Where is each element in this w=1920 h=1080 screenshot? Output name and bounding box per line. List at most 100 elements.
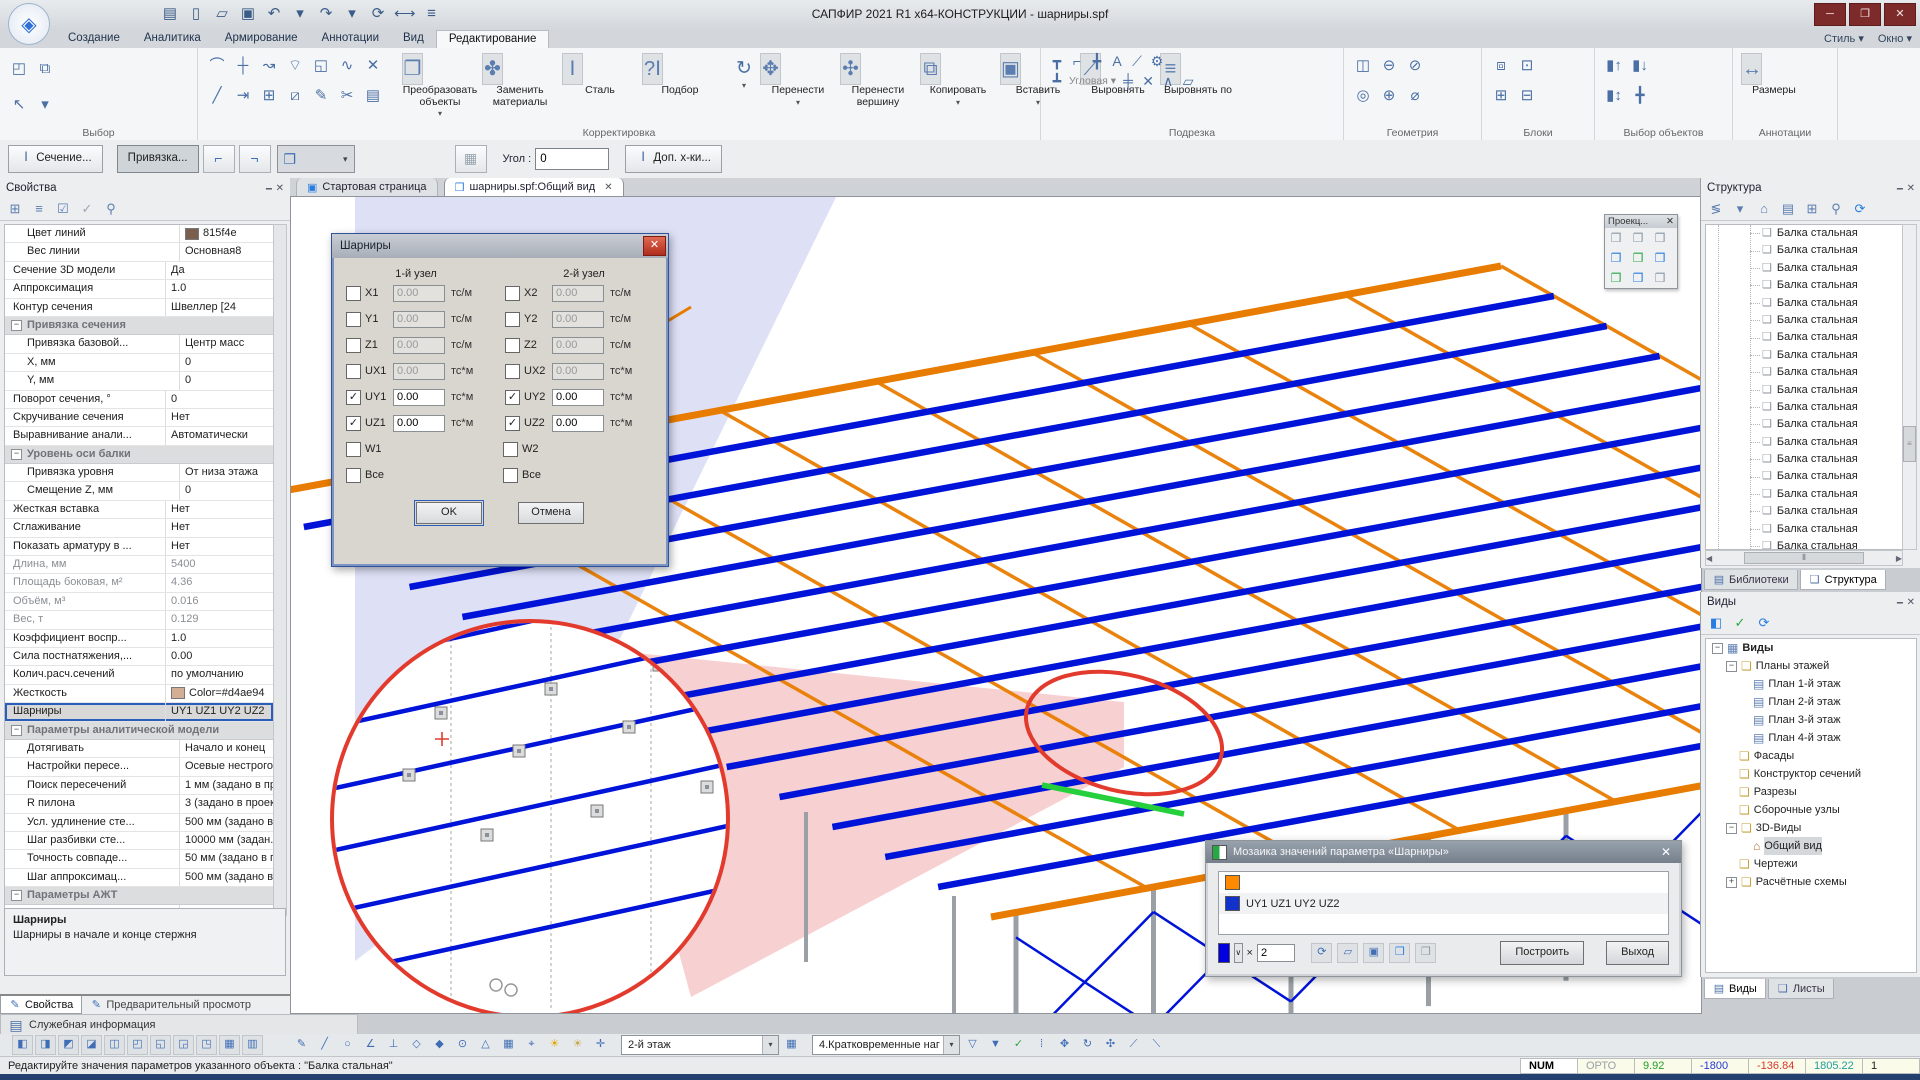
- target-icon[interactable]: ✛: [590, 1035, 611, 1055]
- checkbox-x2[interactable]: [505, 286, 520, 301]
- property-row[interactable]: Скручивание сеченияНет: [5, 409, 273, 427]
- property-row[interactable]: Поиск пересечений1 мм (задано в пр...: [5, 777, 273, 795]
- apply-house-icon[interactable]: ✓: [1008, 1035, 1029, 1055]
- collapse-icon[interactable]: −: [11, 725, 22, 736]
- mosaic-dialog-titlebar[interactable]: Мозаика значений параметра «Шарниры» ✕: [1206, 841, 1681, 863]
- tab-preview[interactable]: ✎Предварительный просмотр: [82, 996, 259, 1014]
- create-block-icon[interactable]: ⧈: [1488, 53, 1514, 79]
- checkbox-uz2[interactable]: ✓: [505, 416, 520, 431]
- steel-button[interactable]: ⅠСталь: [560, 51, 640, 97]
- mirror-icon[interactable]: ⧄: [282, 83, 308, 109]
- tab-редактирование[interactable]: Редактирование: [436, 30, 550, 48]
- trim-settings-icon[interactable]: ⚙: [1147, 51, 1167, 71]
- input-x2[interactable]: [552, 285, 604, 302]
- rebuild-icon[interactable]: ⟳: [1311, 943, 1332, 963]
- proj-cube-icon-1[interactable]: ❒: [1605, 228, 1627, 248]
- property-row[interactable]: X, мм0: [5, 354, 273, 372]
- proj-cube-icon-9[interactable]: ❒: [1649, 268, 1671, 288]
- snap-button[interactable]: Привязка...: [117, 145, 199, 173]
- cut-contour-icon[interactable]: ⊘: [1402, 53, 1428, 79]
- apply-icon[interactable]: ✓: [76, 200, 98, 218]
- storey-combobox[interactable]: 2-й этаж▾: [621, 1035, 779, 1055]
- tab-армирование[interactable]: Армирование: [213, 30, 310, 48]
- property-row[interactable]: Усл. удлинение сте...500 мм (задано в ..…: [5, 814, 273, 832]
- rotate-button[interactable]: ↻: [734, 59, 754, 79]
- checkbox-w1[interactable]: [346, 442, 361, 457]
- lamp-on-icon[interactable]: ☀: [544, 1035, 565, 1055]
- tab-создание[interactable]: Создание: [56, 30, 132, 48]
- tab-листы[interactable]: ❑Листы: [1768, 979, 1834, 999]
- apply-check-icon[interactable]: ✓: [1729, 614, 1751, 632]
- circle-icon[interactable]: ○: [337, 1035, 358, 1055]
- cancel-button[interactable]: Отмена: [518, 502, 584, 524]
- property-row[interactable]: Вес, т0.129: [5, 611, 273, 629]
- crosshair-icon[interactable]: ⌖: [521, 1035, 542, 1055]
- property-row[interactable]: Показать арматуру в ...Нет: [5, 538, 273, 556]
- viewport-preset-icon-10[interactable]: ▦: [219, 1035, 240, 1055]
- structure-item[interactable]: ❑Балка стальная: [1706, 468, 1902, 485]
- merge-icon[interactable]: ⊕: [1376, 83, 1402, 109]
- corner-join-icon[interactable]: ⌐: [1067, 51, 1087, 71]
- delete-icon[interactable]: ✕: [360, 53, 386, 79]
- property-row[interactable]: Вес линииОсновная8: [5, 243, 273, 261]
- cube-gray-icon[interactable]: ❒: [1415, 943, 1436, 963]
- extend-up-icon[interactable]: ┳: [1047, 51, 1067, 71]
- angle-input[interactable]: [535, 148, 609, 170]
- view-cube-icon[interactable]: ◧: [1705, 614, 1727, 632]
- proj-cube-icon-6[interactable]: ❒: [1649, 248, 1671, 268]
- trim-icon[interactable]: ┼: [230, 53, 256, 79]
- viewport-preset-icon-2[interactable]: ◨: [35, 1035, 56, 1055]
- proj-cube-icon-7[interactable]: ❒: [1605, 268, 1627, 288]
- table-filter-icon[interactable]: ▼: [985, 1035, 1006, 1055]
- tab-properties[interactable]: ✎Свойства: [0, 996, 82, 1014]
- hinges-dialog-titlebar[interactable]: Шарниры ✕: [332, 234, 668, 258]
- array-icon[interactable]: ⊞: [256, 83, 282, 109]
- break-icon[interactable]: ╱: [204, 83, 230, 109]
- cross-trim-icon[interactable]: ╋: [1087, 51, 1107, 71]
- tab-аналитика[interactable]: Аналитика: [132, 30, 213, 48]
- views-tree-item[interactable]: +❏Расчётные схемы: [1706, 873, 1916, 891]
- select-below-icon[interactable]: ▮↓: [1627, 53, 1653, 79]
- input-z2[interactable]: [552, 337, 604, 354]
- views-tree-item[interactable]: ❏Чертежи: [1706, 855, 1916, 873]
- viewport-preset-icon-4[interactable]: ◪: [81, 1035, 102, 1055]
- cross-cut-icon[interactable]: ╪: [1118, 71, 1138, 91]
- current-color-swatch[interactable]: [1218, 943, 1230, 963]
- checked-only-icon[interactable]: ☑: [52, 200, 74, 218]
- proj-cube-icon-3[interactable]: ❒: [1649, 228, 1671, 248]
- no-trim-icon[interactable]: ✕: [1138, 71, 1158, 91]
- views-tree-item[interactable]: ▤План 2-й этаж: [1706, 693, 1916, 711]
- section-button[interactable]: Ⅰ Сечение...: [8, 145, 103, 173]
- structure-item[interactable]: ❑Балка стальная: [1706, 312, 1902, 329]
- snap-node-icon[interactable]: △: [475, 1035, 496, 1055]
- input-y1[interactable]: [393, 311, 445, 328]
- collapse-icon[interactable]: −: [1712, 643, 1723, 654]
- view-cube-dropdown[interactable]: ❒▾: [277, 145, 355, 173]
- angle-icon[interactable]: ∠: [360, 1035, 381, 1055]
- tab-вид[interactable]: Вид: [391, 30, 436, 48]
- move-vertex-button[interactable]: ✣Перенести вершину: [838, 51, 918, 108]
- perpendicular-icon[interactable]: ⊥: [383, 1035, 404, 1055]
- property-row[interactable]: Площадь боковая, м²4.36: [5, 574, 273, 592]
- cube-blue-icon[interactable]: ❒: [1389, 943, 1410, 963]
- viewport-preset-icon-3[interactable]: ◩: [58, 1035, 79, 1055]
- alphabetical-icon[interactable]: ≡: [28, 200, 50, 218]
- filter-icon[interactable]: ▽: [962, 1035, 983, 1055]
- snap-end-icon[interactable]: ◇: [406, 1035, 427, 1055]
- collapse-icon[interactable]: −: [11, 320, 22, 331]
- views-tree-item[interactable]: ⌂Общий вид: [1706, 837, 1916, 855]
- extend-icon[interactable]: ⇥: [230, 83, 256, 109]
- structure-item[interactable]: ❑Балка стальная: [1706, 347, 1902, 364]
- property-row[interactable]: R пилона3 (задано в проек...: [5, 795, 273, 813]
- collapse-icon[interactable]: −: [1726, 823, 1737, 834]
- style-menu[interactable]: Стиль ▾: [1824, 32, 1864, 45]
- storeys-icon[interactable]: ▤: [1777, 200, 1799, 218]
- property-row[interactable]: Длина, мм5400: [5, 556, 273, 574]
- copy-button[interactable]: ⧉Копировать▾: [918, 51, 998, 108]
- extra-params-button[interactable]: Ⅰ Доп. х-ки...: [625, 145, 722, 173]
- viewport-preset-icon-6[interactable]: ◰: [127, 1035, 148, 1055]
- tab-аннотации[interactable]: Аннотации: [310, 30, 391, 48]
- color-dropdown-icon[interactable]: ∨: [1234, 943, 1242, 963]
- add-block-icon[interactable]: ⊞: [1488, 83, 1514, 109]
- property-row[interactable]: Цвет линий815f4e: [5, 225, 273, 243]
